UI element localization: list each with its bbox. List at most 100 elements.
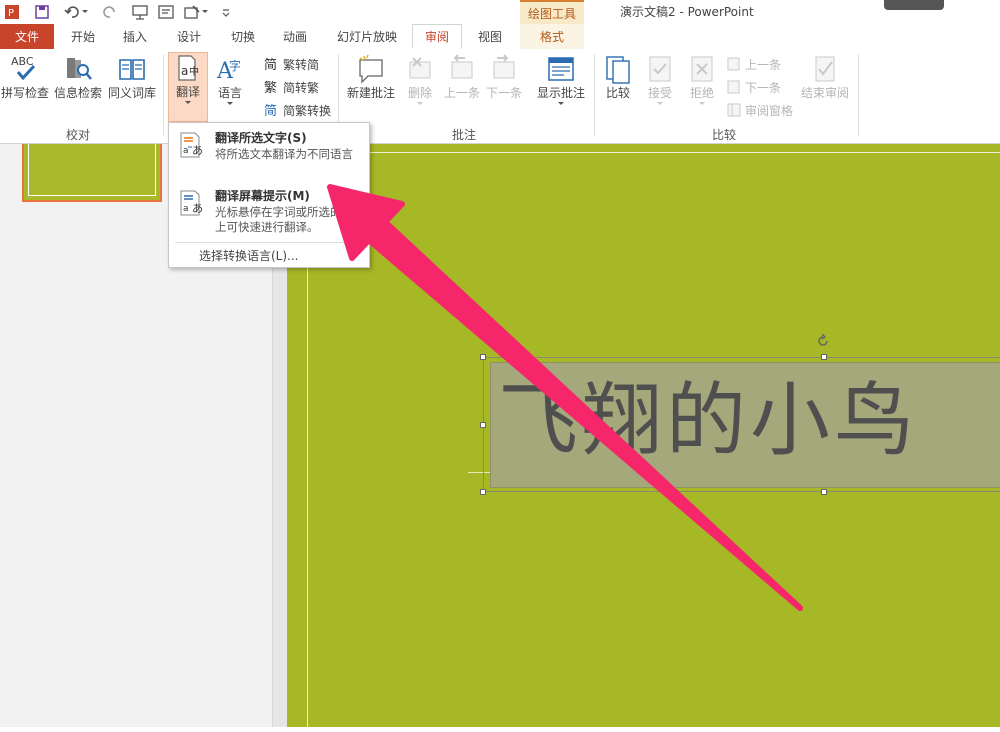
redo-icon[interactable]: [100, 2, 120, 22]
resize-handle-bottom[interactable]: [821, 489, 827, 495]
tab-format[interactable]: 格式: [520, 24, 584, 49]
svg-text:简: 简: [264, 103, 277, 118]
next-change-button[interactable]: 下一条: [726, 77, 781, 97]
save-icon[interactable]: [32, 2, 52, 22]
new-comment-icon: [356, 54, 386, 84]
translate-dropdown-menu: aあ 翻译所选文字(S) 将所选文本翻译为不同语言 aあ 翻译屏幕提示(M) 光…: [168, 122, 370, 268]
compare-icon: [603, 54, 633, 84]
simplified-to-traditional-button[interactable]: 繁 简转繁: [264, 77, 319, 97]
tab-slideshow[interactable]: 幻灯片放映: [328, 24, 406, 49]
title-bar: P 绘图工具 演示文稿2 - PowerPoint: [0, 0, 1000, 24]
reject-icon: [687, 54, 717, 84]
translate-screentip-icon: aあ: [179, 189, 207, 217]
group-divider: [163, 54, 164, 136]
spelling-check-icon: ABC: [10, 54, 40, 84]
research-label: 信息检索: [53, 86, 102, 100]
tab-design[interactable]: 设计: [164, 24, 214, 49]
accept-label: 接受: [647, 86, 672, 100]
tab-home[interactable]: 开始: [58, 24, 108, 49]
tab-insert[interactable]: 插入: [110, 24, 160, 49]
accept-button[interactable]: 接受: [642, 54, 678, 107]
chinese-conversion-button[interactable]: 简 简繁转换: [264, 100, 331, 120]
resize-handle-bottom-left[interactable]: [480, 489, 486, 495]
next-change-icon: [726, 79, 742, 95]
tab-review[interactable]: 审阅: [412, 24, 462, 49]
window-title: 演示文稿2 - PowerPoint: [620, 5, 754, 19]
group-divider: [594, 54, 595, 136]
translate-screentip-desc: 光标悬停在字词或所选的段落上可快速进行翻译。: [215, 205, 365, 234]
research-icon: [63, 54, 93, 84]
tab-animations[interactable]: 动画: [270, 24, 320, 49]
next-change-label: 下一条: [745, 80, 782, 95]
reject-label: 拒绝: [689, 86, 714, 100]
customize-toolbar-icon[interactable]: [216, 2, 236, 22]
reject-button[interactable]: 拒绝: [684, 54, 720, 107]
compare-label: 比较: [605, 86, 630, 100]
resize-handle-left[interactable]: [480, 422, 486, 428]
svg-text:あ: あ: [192, 202, 203, 215]
translate-screentip-item[interactable]: aあ 翻译屏幕提示(M) 光标悬停在字词或所选的段落上可快速进行翻译。: [175, 185, 365, 239]
research-button[interactable]: 信息检索: [52, 54, 104, 101]
drawing-tools-context-label: 绘图工具: [520, 0, 584, 24]
chinese-conversion-label: 简繁转换: [283, 103, 332, 118]
presentation-icon[interactable]: [156, 2, 176, 22]
show-comments-icon: [546, 54, 576, 84]
undo-dropdown-icon[interactable]: [80, 2, 90, 22]
undo-icon[interactable]: [62, 2, 82, 22]
reviewing-pane-icon: [726, 102, 742, 118]
reviewing-pane-button[interactable]: 审阅窗格: [726, 100, 793, 120]
tab-view[interactable]: 视图: [466, 24, 514, 49]
chinese-conversion-icon: 简: [264, 102, 280, 118]
translate-document-icon: aあ: [179, 131, 207, 159]
language-button[interactable]: A字 语言: [212, 54, 248, 107]
choose-translation-language-item[interactable]: 选择转换语言(L)...: [199, 247, 299, 264]
previous-comment-label: 上一条: [443, 86, 480, 100]
previous-change-label: 上一条: [745, 57, 782, 72]
end-review-button[interactable]: 结束审阅: [796, 54, 854, 101]
slide-title-text[interactable]: 飞翔的小鸟: [498, 366, 918, 476]
traditional-to-simplified-button[interactable]: 简 繁转简: [264, 54, 319, 74]
translate-screentip-title: 翻译屏幕提示(M): [215, 189, 310, 203]
previous-change-button[interactable]: 上一条: [726, 54, 781, 74]
thesaurus-button[interactable]: 同义词库: [106, 54, 158, 101]
svg-text:a: a: [183, 204, 189, 214]
slide-thumbnail-border: [28, 144, 156, 196]
new-comment-label: 新建批注: [346, 86, 395, 100]
translate-button[interactable]: a中 翻译: [168, 52, 208, 122]
previous-comment-icon: [447, 54, 477, 84]
next-comment-button[interactable]: 下一条: [484, 54, 524, 101]
traditional-to-simplified-icon: 简: [264, 56, 280, 72]
language-label: 语言: [217, 86, 242, 100]
spelling-check-button[interactable]: ABC 拼写检查: [0, 54, 50, 101]
comments-group-label: 批注: [452, 128, 477, 142]
tab-transitions[interactable]: 切换: [218, 24, 268, 49]
svg-text:a: a: [183, 146, 189, 156]
translate-label: 翻译: [175, 85, 200, 99]
compare-button[interactable]: 比较: [600, 54, 636, 101]
accept-dropdown-icon: [657, 102, 663, 105]
start-slideshow-icon[interactable]: [130, 2, 150, 22]
show-comments-button[interactable]: 显示批注: [532, 54, 590, 107]
powerpoint-logo-icon: P: [2, 2, 22, 22]
show-comments-dropdown-icon: [558, 102, 564, 105]
simplified-to-traditional-icon: 繁: [264, 79, 280, 95]
resize-handle-top-left[interactable]: [480, 354, 486, 360]
resize-handle-top[interactable]: [821, 354, 827, 360]
new-comment-button[interactable]: 新建批注: [344, 54, 398, 101]
previous-comment-button[interactable]: 上一条: [442, 54, 482, 101]
svg-text:繁: 繁: [264, 80, 277, 95]
draw-shape-icon[interactable]: [182, 2, 202, 22]
translate-selected-text-item[interactable]: aあ 翻译所选文字(S) 将所选文本翻译为不同语言: [175, 127, 363, 181]
shape-dropdown-icon[interactable]: [200, 2, 210, 22]
proofing-group-label: 校对: [66, 128, 91, 142]
language-icon: A字: [215, 54, 245, 84]
next-comment-label: 下一条: [485, 86, 522, 100]
thesaurus-book-icon: [117, 54, 147, 84]
delete-comment-button[interactable]: 删除: [400, 54, 440, 107]
spelling-check-label: 拼写检查: [0, 86, 49, 100]
delete-comment-icon: [405, 54, 435, 84]
tab-file[interactable]: 文件: [0, 24, 54, 49]
previous-change-icon: [726, 56, 742, 72]
delete-comment-label: 删除: [407, 86, 432, 100]
rotate-handle-icon[interactable]: [815, 333, 831, 349]
